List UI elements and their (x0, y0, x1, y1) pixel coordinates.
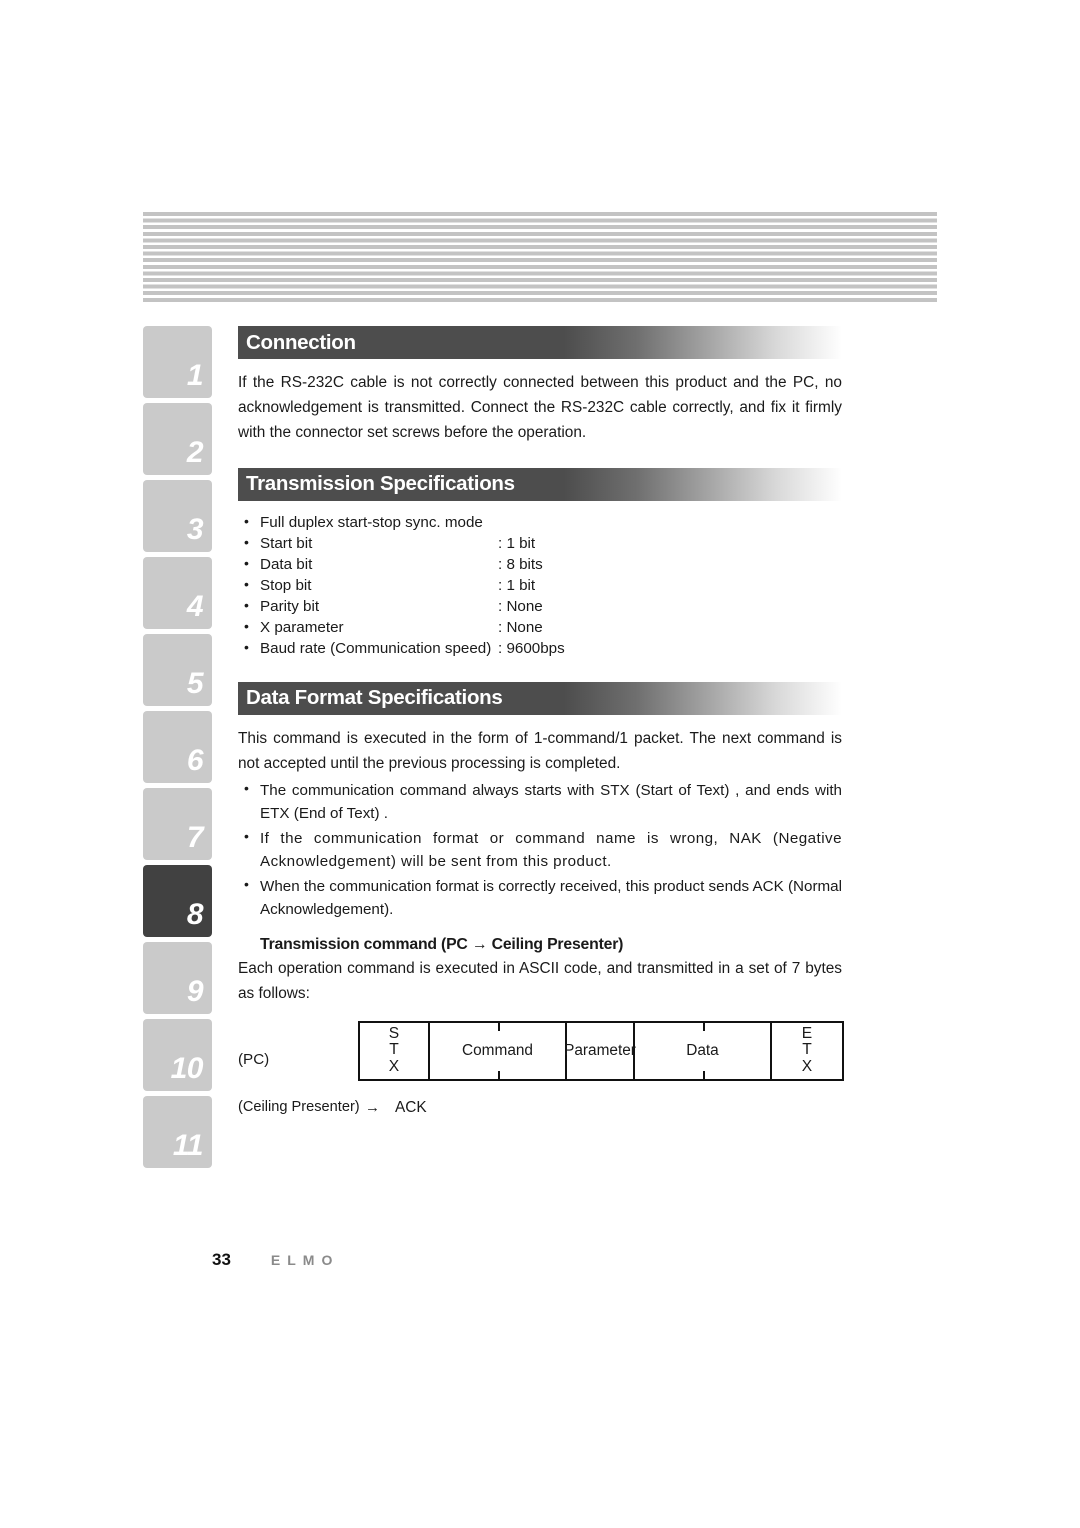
chapter-tab-label: 6 (186, 744, 204, 777)
packet-cell-label: Command (462, 1041, 533, 1059)
specification-value: : 1 bit (498, 534, 536, 552)
specification-value: : 8 bits (498, 555, 543, 573)
section-bar-transmission-specifications: Transmission Specifications (238, 467, 842, 501)
section-title-connection: Connection (246, 330, 356, 354)
section-bar-connection: Connection (238, 326, 842, 359)
chapter-tab-9[interactable]: 9 (143, 942, 212, 1014)
section-title-data-format-specifications: Data Format Specifications (246, 686, 503, 710)
packet-format-diagram: (PC) S T X Command Parameter Data E T X (Ceiling… (238, 1020, 844, 1126)
specification-item: Start bit : 1 bit (238, 533, 842, 555)
packet-cell-label: STX (388, 1024, 400, 1076)
chapter-tab-label: 9 (186, 975, 204, 1008)
specification-label: Stop bit (260, 576, 312, 594)
packet-cell-char: E (801, 1024, 813, 1042)
page-content: Connection If the RS-232C cable is not c… (238, 326, 844, 1126)
section-bar-data-format-specifications: Data Format Specifications (238, 681, 842, 715)
right-arrow-icon: → (471, 935, 488, 953)
data-format-bullet: The communication command always starts … (238, 778, 842, 826)
specification-value: : None (498, 597, 543, 615)
striped-header-banner (143, 212, 937, 302)
chapter-tab-4[interactable]: 4 (143, 557, 212, 629)
page-footer: 33 ELMO (212, 1250, 339, 1270)
specification-item: X parameter : None (238, 617, 842, 639)
chapter-tab-label: 1 (186, 359, 204, 392)
chapter-tab-label: 2 (186, 436, 204, 469)
packet-cell-char: X (388, 1058, 400, 1076)
chapter-tab-label: 8 (186, 898, 204, 931)
packet-cell-stx: STX (360, 1022, 430, 1079)
chapter-tab-11[interactable]: 11 (143, 1096, 212, 1168)
packet-cell-char: X (801, 1058, 813, 1076)
specification-item: Data bit : 8 bits (238, 554, 842, 576)
packet-receiver-label: (Ceiling Presenter) (238, 1098, 360, 1115)
specification-item: Baud rate (Communication speed) : 9600bps (238, 638, 842, 660)
packet-response-arrow-icon: → (365, 1098, 380, 1116)
chapter-tab-label: 5 (186, 667, 204, 700)
section-title-transmission-specifications: Transmission Specifications (246, 472, 515, 496)
specification-label: Parity bit (260, 597, 320, 615)
chapter-tab-5[interactable]: 5 (143, 634, 212, 706)
subheading-transmission-command: Transmission command (PC → Ceiling Prese… (260, 936, 842, 954)
transmission-specification-list: Full duplex start-stop sync. mode Start b… (238, 512, 842, 660)
data-format-bullet-list: The communication command always starts … (238, 778, 842, 922)
specification-label: X parameter (260, 618, 344, 636)
chapter-tab-2[interactable]: 2 (143, 403, 212, 475)
chapter-tab-10[interactable]: 10 (143, 1019, 212, 1091)
specification-label: Baud rate (Communication speed) (260, 639, 492, 657)
chapter-tab-1[interactable]: 1 (143, 326, 212, 398)
data-format-intro-text: This command is executed in the form of … (238, 729, 842, 772)
chapter-tab-7[interactable]: 7 (143, 788, 212, 860)
specification-label: Data bit (260, 555, 313, 573)
specification-item: Stop bit : 1 bit (238, 575, 842, 597)
packet-cell-label: Data (686, 1041, 719, 1059)
subheading-suffix: Ceiling Presenter) (487, 935, 624, 953)
specification-value: : 1 bit (498, 576, 536, 594)
page-number: 33 (212, 1250, 231, 1269)
specification-value: : None (498, 618, 543, 636)
chapter-tab-label: 3 (186, 513, 204, 546)
data-format-bullet: When the communication format is correct… (238, 874, 842, 922)
chapter-tab-label: 4 (186, 590, 204, 623)
chapter-tab-6[interactable]: 6 (143, 711, 212, 783)
subheading-prefix: Transmission command (PC (260, 935, 472, 953)
subsection-intro-text: Each operation command is executed in AS… (238, 959, 842, 1002)
packet-byte-table: S T X Command Parameter Data E T X (358, 1020, 844, 1081)
specification-label: Full duplex start-stop sync. mode (260, 513, 483, 531)
specification-item: Full duplex start-stop sync. mode (238, 512, 842, 534)
specification-item: Parity bit : None (238, 596, 842, 618)
packet-response-value: ACK (395, 1098, 427, 1116)
chapter-tab-label: 11 (172, 1129, 204, 1162)
chapter-tab-label: 7 (186, 821, 204, 854)
elmo-brand-logo: ELMO (270, 1252, 340, 1268)
chapter-tab-column: 1 2 3 4 5 6 7 8 9 10 11 (143, 326, 212, 1173)
specification-value: : 9600bps (498, 639, 565, 657)
specification-label: Start bit (260, 534, 313, 552)
connection-body-text: If the RS-232C cable is not correctly co… (238, 374, 842, 441)
chapter-tab-3[interactable]: 3 (143, 480, 212, 552)
packet-cell-label: Parameter (564, 1041, 636, 1059)
data-format-bullet: If the communication format or command n… (238, 826, 842, 874)
packet-cell-etx: ETX (772, 1023, 842, 1079)
packet-cell-command: Command (430, 1022, 567, 1079)
packet-cell-data: Data (635, 1022, 772, 1079)
chapter-tab-8[interactable]: 8 (143, 865, 212, 937)
packet-cell-parameter: Parameter (564, 1022, 636, 1079)
packet-sender-label: (PC) (238, 1050, 270, 1068)
packet-cell-char: T (389, 1041, 399, 1059)
chapter-tab-label: 10 (170, 1052, 204, 1085)
packet-cell-label: ETX (801, 1024, 813, 1076)
packet-cell-char: S (388, 1024, 400, 1042)
packet-cell-char: T (802, 1041, 812, 1059)
